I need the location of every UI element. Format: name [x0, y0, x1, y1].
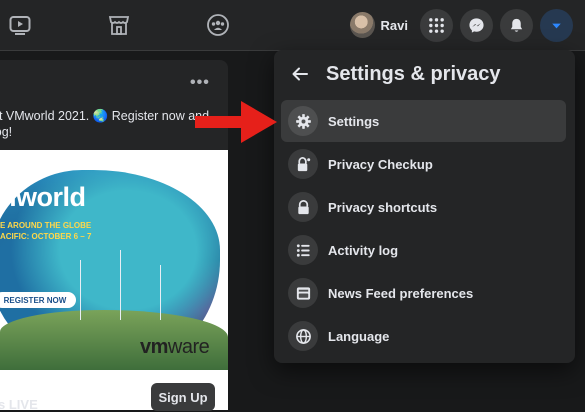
watch-icon[interactable]	[8, 13, 32, 37]
profile-name: Ravi	[380, 17, 408, 33]
settings-privacy-menu: Settings & privacy Settings Privacy Chec…	[274, 50, 575, 363]
globe-icon	[288, 321, 318, 351]
event-live-text: s LIVE	[0, 397, 38, 412]
vmware-logo: vmware	[140, 336, 210, 359]
menu-item-language[interactable]: Language	[281, 315, 566, 357]
caret-down-icon	[552, 23, 561, 29]
logo-bold-part: vm	[140, 336, 168, 358]
list-icon	[288, 235, 318, 265]
ad-image[interactable]: nworld E AROUND THE GLOBE ACIFIC: OCTOBE…	[0, 150, 228, 410]
profile-shortcut[interactable]: Ravi	[346, 9, 408, 41]
ad-subheadline-line: ACIFIC: OCTOBER 6 – 7	[0, 232, 92, 241]
wind-turbine	[160, 265, 161, 320]
ad-subheadline-line: E AROUND THE GLOBE	[0, 221, 92, 230]
menu-item-label: News Feed preferences	[328, 285, 474, 301]
menu-title: Settings & privacy	[326, 63, 501, 85]
notifications-button[interactable]	[500, 9, 533, 42]
menu-item-label: Settings	[328, 113, 380, 129]
menu-item-label: Language	[328, 328, 390, 344]
lock-icon	[288, 192, 318, 222]
menu-button[interactable]	[420, 9, 453, 42]
news-feed-icon	[288, 278, 318, 308]
menu-item-label: Activity log	[328, 242, 399, 258]
menu-item-news-feed-preferences[interactable]: News Feed preferences	[281, 272, 566, 314]
more-options-icon[interactable]: •••	[190, 74, 210, 92]
messenger-button[interactable]	[460, 9, 493, 42]
menu-item-activity-log[interactable]: Activity log	[281, 229, 566, 271]
bell-icon	[510, 18, 523, 32]
gear-icon	[288, 106, 318, 136]
menu-item-label: Privacy Checkup	[328, 156, 433, 172]
wind-turbine	[120, 250, 121, 320]
menu-item-settings[interactable]: Settings	[281, 100, 566, 142]
top-navigation-bar: Ravi	[0, 0, 585, 51]
lock-checkup-icon	[288, 149, 318, 179]
logo-light-part: ware	[167, 336, 210, 358]
menu-item-privacy-checkup[interactable]: Privacy Checkup	[281, 143, 566, 185]
avatar	[350, 12, 375, 38]
account-dropdown-button[interactable]	[540, 9, 573, 42]
menu-item-privacy-shortcuts[interactable]: Privacy shortcuts	[281, 186, 566, 228]
ad-subheadline: E AROUND THE GLOBE ACIFIC: OCTOBER 6 – 7	[0, 220, 91, 242]
wind-turbine	[80, 260, 81, 320]
back-arrow-icon[interactable]	[290, 64, 310, 84]
menu-grid-icon	[429, 18, 444, 33]
messenger-icon	[469, 18, 484, 33]
groups-icon[interactable]	[206, 13, 230, 37]
ad-headline: nworld	[0, 182, 86, 212]
menu-header: Settings & privacy	[274, 50, 575, 100]
menu-item-label: Privacy shortcuts	[328, 199, 438, 215]
marketplace-icon[interactable]	[107, 13, 131, 37]
register-now-button[interactable]: REGISTER NOW	[0, 292, 76, 308]
annotation-arrow	[193, 101, 279, 143]
